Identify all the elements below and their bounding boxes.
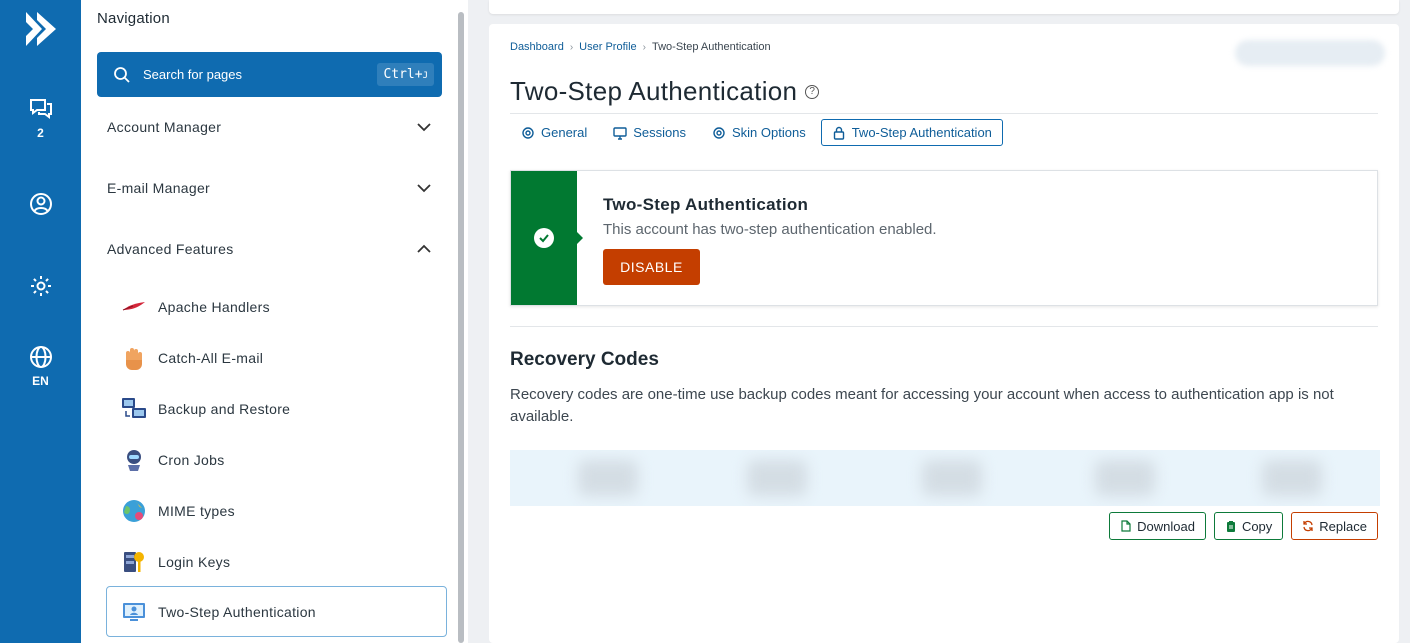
gear-icon: [713, 126, 725, 139]
settings-button[interactable]: [0, 273, 81, 299]
blurred-element: [1235, 40, 1385, 66]
breadcrumb-user-profile[interactable]: User Profile: [579, 41, 636, 53]
nav-item-label: Login Keys: [158, 553, 231, 570]
download-label: Download: [1137, 518, 1195, 534]
language-code: EN: [32, 374, 49, 388]
tab-general[interactable]: General: [510, 119, 598, 146]
nav-item-login-keys[interactable]: Login Keys: [106, 536, 447, 587]
robot-icon: [120, 446, 148, 474]
app-rail: 2 EN: [0, 0, 81, 643]
breadcrumb-dashboard[interactable]: Dashboard: [510, 41, 564, 53]
nav-item-label: Cron Jobs: [158, 451, 225, 468]
disable-button[interactable]: DISABLE: [603, 249, 700, 285]
nav-item-label: Two-Step Authentication: [158, 603, 316, 620]
section-label: Account Manager: [107, 119, 222, 135]
nav-scrollbar[interactable]: [458, 12, 464, 643]
page-title: Two-Step Authentication ?: [510, 76, 820, 107]
feedback-button[interactable]: 2: [0, 96, 81, 140]
tab-label: Two-Step Authentication: [851, 125, 992, 140]
chat-icon: [29, 99, 52, 119]
auth-screen-icon: [120, 598, 148, 626]
profile-button[interactable]: [0, 191, 81, 217]
recovery-actions: Download Copy Replace: [1109, 512, 1378, 540]
computers-icon: [120, 395, 148, 423]
nav-title: Navigation: [97, 10, 170, 27]
replace-button[interactable]: Replace: [1291, 512, 1378, 540]
search-placeholder: Search for pages: [143, 67, 243, 82]
section-label: E-mail Manager: [107, 180, 211, 196]
clipboard-icon: [1226, 521, 1235, 532]
nav-item-label: Apache Handlers: [158, 298, 270, 315]
recovery-codes-list-blurred: [510, 450, 1380, 506]
section-account-manager[interactable]: Account Manager: [97, 107, 442, 147]
nav-item-cron-jobs[interactable]: Cron Jobs: [106, 434, 447, 485]
gear-icon: [522, 126, 534, 139]
lock-icon: [833, 126, 844, 140]
tab-label: Skin Options: [732, 125, 806, 140]
feather-icon: [120, 293, 148, 321]
monitor-icon: [613, 126, 627, 140]
status-message: This account has two-step authentication…: [603, 221, 937, 238]
user-icon: [29, 193, 52, 215]
gear-icon: [30, 276, 51, 296]
app-logo-icon[interactable]: [22, 10, 60, 48]
chevron-right-icon: ›: [569, 41, 574, 53]
nav-item-apache-handlers[interactable]: Apache Handlers: [106, 281, 447, 332]
nav-item-label: Backup and Restore: [158, 400, 291, 417]
search-shortcut: Ctrl+J: [377, 63, 434, 86]
section-email-manager[interactable]: E-mail Manager: [97, 168, 442, 208]
refresh-icon: [1303, 520, 1313, 532]
section-divider: [510, 326, 1378, 327]
chevron-right-icon: ›: [642, 41, 646, 53]
file-icon: [1121, 520, 1131, 532]
top-bar: [489, 0, 1399, 14]
feedback-count: 2: [37, 126, 44, 140]
key-icon: [120, 548, 148, 576]
nav-item-backup-restore[interactable]: Backup and Restore: [106, 383, 447, 434]
section-label: Advanced Features: [107, 241, 234, 257]
nav-item-mime-types[interactable]: MIME types: [106, 485, 447, 536]
tab-label: General: [541, 125, 588, 140]
help-icon[interactable]: ?: [805, 84, 820, 99]
tab-skin-options[interactable]: Skin Options: [701, 119, 817, 146]
nav-item-catch-all-email[interactable]: Catch-All E-mail: [106, 332, 447, 383]
tabs: General Sessions Skin Options Two-Step A…: [510, 119, 1003, 146]
copy-button[interactable]: Copy: [1213, 512, 1284, 540]
tab-sessions[interactable]: Sessions: [602, 119, 697, 146]
tab-label: Sessions: [633, 125, 686, 140]
tabs-divider: [510, 113, 1378, 114]
hand-icon: [120, 344, 148, 372]
replace-label: Replace: [1319, 518, 1367, 534]
navigation-panel: Navigation Search for pages Ctrl+J Accou…: [81, 0, 468, 643]
chevron-up-icon: [417, 244, 431, 253]
check-circle-icon: [534, 228, 554, 248]
search-pages-button[interactable]: Search for pages Ctrl+J: [97, 52, 442, 97]
two-step-status-card: Two-Step Authentication This account has…: [510, 170, 1378, 306]
search-icon: [114, 66, 130, 83]
globe-icon: [29, 346, 52, 368]
download-button[interactable]: Download: [1109, 512, 1206, 540]
main-content: Dashboard › User Profile › Two-Step Auth…: [489, 24, 1399, 643]
page-title-text: Two-Step Authentication: [510, 76, 798, 106]
language-button[interactable]: EN: [0, 344, 81, 388]
globe-colorful-icon: [120, 497, 148, 525]
breadcrumb: Dashboard › User Profile › Two-Step Auth…: [510, 41, 771, 53]
nav-item-two-step-auth[interactable]: Two-Step Authentication: [106, 586, 447, 637]
tab-two-step-authentication[interactable]: Two-Step Authentication: [820, 119, 1003, 146]
nav-item-label: Catch-All E-mail: [158, 349, 264, 366]
chevron-down-icon: [417, 123, 431, 132]
recovery-codes-description: Recovery codes are one-time use backup c…: [510, 386, 1334, 425]
recovery-codes-title: Recovery Codes: [510, 349, 659, 370]
section-advanced-features[interactable]: Advanced Features: [97, 229, 442, 269]
copy-label: Copy: [1241, 518, 1273, 534]
chevron-down-icon: [417, 184, 431, 193]
breadcrumb-current: Two-Step Authentication: [651, 41, 771, 53]
status-title: Two-Step Authentication: [603, 195, 809, 214]
nav-item-label: MIME types: [158, 502, 235, 519]
